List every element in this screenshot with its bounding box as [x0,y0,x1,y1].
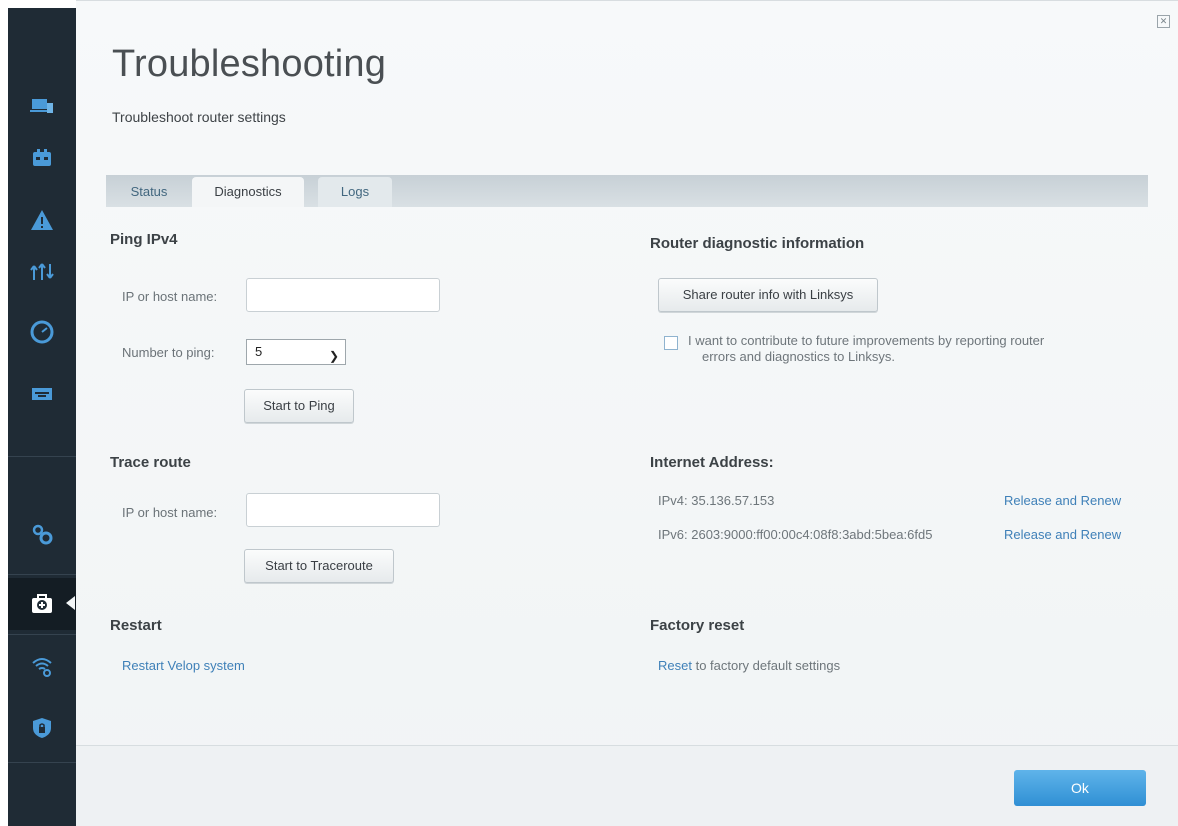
ok-button[interactable]: Ok [1014,770,1146,806]
sidebar-item-alerts[interactable] [8,194,76,246]
sidebar-item-speed-test[interactable] [8,306,76,358]
ipv4-address: IPv4: 35.136.57.153 [658,493,775,508]
alert-icon [31,210,53,230]
ping-count-label: Number to ping: [122,345,215,360]
start-traceroute-button[interactable]: Start to Traceroute [244,549,394,583]
sidebar-item-devices[interactable] [8,80,76,132]
restart-velop-link[interactable]: Restart Velop system [122,658,245,673]
ipv6-address: IPv6: 2603:9000:ff00:00c4:08f8:3abd:5bea… [658,527,933,542]
contribute-text-line1: I want to contribute to future improveme… [688,333,1045,348]
release-renew-ipv4-link[interactable]: Release and Renew [1004,493,1121,508]
app-window: ✕ Troubleshooting Troubleshoot router se… [0,0,1178,826]
contribute-text-line2: errors and diagnostics to Linksys. [702,349,895,364]
tab-logs[interactable]: Logs [318,177,392,207]
factory-reset-heading: Factory reset [650,617,745,634]
restart-heading: Restart [110,617,162,634]
ping-host-input[interactable] [246,278,440,312]
sidebar-item-media-prioritization[interactable] [8,246,76,298]
factory-reset-link[interactable]: Reset [658,658,692,673]
ping-host-label: IP or host name: [122,289,218,304]
usb-storage-icon [32,388,52,400]
start-ping-button[interactable]: Start to Ping [244,389,354,423]
sidebar-item-settings[interactable] [8,508,76,560]
factory-reset-line: Reset to factory default settings [658,658,840,673]
sidebar-item-usb-storage[interactable] [8,368,76,420]
close-icon[interactable]: ✕ [1157,15,1170,28]
ping-count-select[interactable]: 5 ❯ [246,339,346,365]
sidebar-item-parental-controls[interactable] [8,132,76,184]
settings-icon [32,524,53,545]
troubleshooting-icon [32,594,52,613]
factory-reset-text: to factory default settings [691,658,841,673]
security-icon [33,718,51,738]
parental-controls-icon [33,149,51,166]
sidebar-divider [8,456,76,457]
sidebar [8,8,76,826]
chevron-down-icon: ❯ [328,349,339,363]
sidebar-divider [8,574,76,575]
sidebar-item-wifi[interactable] [8,640,76,692]
trace-host-label: IP or host name: [122,505,218,520]
ping-heading: Ping IPv4 [110,231,178,248]
active-item-pointer [66,596,75,610]
footer [76,746,1178,826]
devices-icon [30,99,53,113]
tab-status[interactable]: Status [120,177,178,207]
tab-diagnostics[interactable]: Diagnostics [192,177,304,207]
internet-address-heading: Internet Address: [650,454,774,471]
page-subtitle: Troubleshoot router settings [112,109,286,125]
ping-count-value: 5 [255,344,263,359]
page-title: Troubleshooting [112,43,387,85]
sidebar-divider [8,762,76,763]
main-panel: ✕ Troubleshooting Troubleshoot router se… [76,0,1178,826]
diagnostic-info-heading: Router diagnostic information [650,235,865,252]
media-prioritization-icon [30,263,54,280]
tab-bar: Status Diagnostics Logs [106,175,1148,207]
contribute-checkbox[interactable] [664,336,678,350]
trace-host-input[interactable] [246,493,440,527]
share-router-info-button[interactable]: Share router info with Linksys [658,278,878,312]
sidebar-divider [8,634,76,635]
speed-test-icon [30,320,54,344]
release-renew-ipv6-link[interactable]: Release and Renew [1004,527,1121,542]
trace-heading: Trace route [110,454,191,471]
sidebar-item-security[interactable] [8,702,76,754]
wifi-settings-icon [32,658,52,677]
